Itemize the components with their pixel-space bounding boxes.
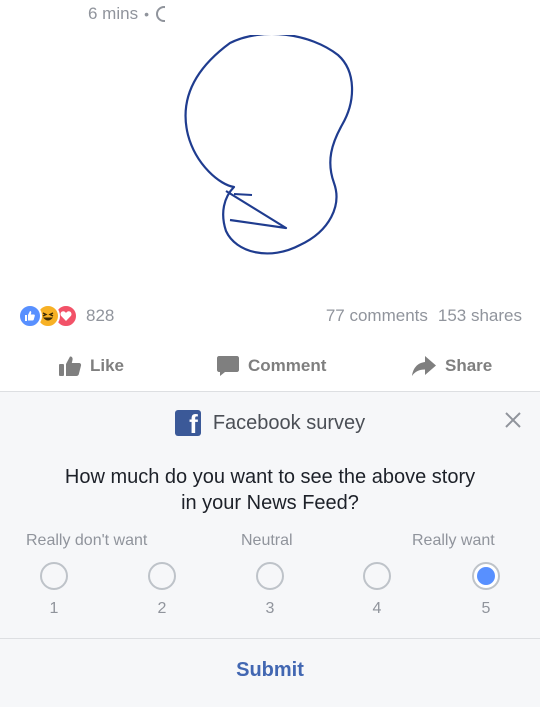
radio-button-1[interactable] bbox=[40, 562, 68, 590]
option-number-1: 1 bbox=[49, 600, 59, 617]
comment-button[interactable]: Comment bbox=[216, 355, 326, 377]
like-button[interactable]: Like bbox=[58, 355, 124, 377]
option-number-3: 3 bbox=[265, 600, 275, 617]
post-meta: 6 mins • bbox=[88, 4, 165, 24]
survey-option-4: 4 bbox=[362, 562, 392, 618]
share-button[interactable]: Share bbox=[411, 355, 492, 377]
scale-labels: Really don't want Neutral Really want bbox=[0, 532, 540, 554]
survey-option-3: 3 bbox=[255, 562, 285, 618]
survey-option-5: 5 bbox=[471, 562, 501, 618]
survey-header: f Facebook survey bbox=[0, 410, 540, 436]
post-stats: 828 77 comments 153 shares bbox=[18, 302, 522, 330]
facebook-logo-icon: f bbox=[174, 410, 201, 436]
meta-separator: • bbox=[144, 6, 149, 22]
shares-count-link[interactable]: 153 shares bbox=[438, 306, 522, 326]
radio-button-2[interactable] bbox=[148, 562, 176, 590]
globe-icon[interactable] bbox=[155, 5, 165, 23]
like-label: Like bbox=[90, 356, 125, 375]
survey-card: f Facebook survey How much do you want t… bbox=[0, 391, 540, 707]
radio-button-3[interactable] bbox=[256, 562, 284, 590]
survey-question-line-1: How much do you want to see the above st… bbox=[64, 466, 476, 488]
survey-question-line-2: in your News Feed? bbox=[181, 492, 359, 514]
thumbs-up-icon bbox=[59, 356, 82, 376]
survey-option-1: 1 bbox=[39, 562, 69, 618]
like-reaction-icon bbox=[18, 304, 42, 328]
share-label: Share bbox=[445, 356, 493, 375]
reactions-summary[interactable]: 828 bbox=[18, 304, 114, 328]
comment-icon bbox=[217, 356, 239, 376]
comments-count-link[interactable]: 77 comments bbox=[326, 306, 428, 326]
option-number-5: 5 bbox=[481, 600, 491, 617]
scale-label-high: Really want bbox=[412, 532, 495, 549]
post-action-bar: Like Comment Share bbox=[0, 345, 540, 389]
submit-button[interactable]: Submit bbox=[0, 659, 540, 682]
reaction-count: 828 bbox=[86, 306, 115, 325]
option-number-2: 2 bbox=[157, 600, 167, 617]
scale-label-low: Really don't want bbox=[26, 532, 148, 549]
radio-button-5-selected[interactable] bbox=[472, 562, 500, 590]
share-arrow-icon bbox=[412, 356, 436, 376]
survey-question: How much do you want to see the above st… bbox=[40, 464, 500, 516]
close-icon[interactable] bbox=[504, 411, 522, 429]
radio-button-4[interactable] bbox=[363, 562, 391, 590]
option-number-4: 4 bbox=[372, 600, 382, 617]
scale-label-mid: Neutral bbox=[241, 532, 293, 549]
comment-label: Comment bbox=[248, 356, 327, 375]
survey-option-2: 2 bbox=[147, 562, 177, 618]
survey-title: Facebook survey bbox=[212, 411, 366, 434]
post-image-drawing[interactable] bbox=[170, 35, 370, 270]
survey-divider bbox=[0, 638, 540, 639]
post-timestamp[interactable]: 6 mins bbox=[88, 4, 138, 24]
